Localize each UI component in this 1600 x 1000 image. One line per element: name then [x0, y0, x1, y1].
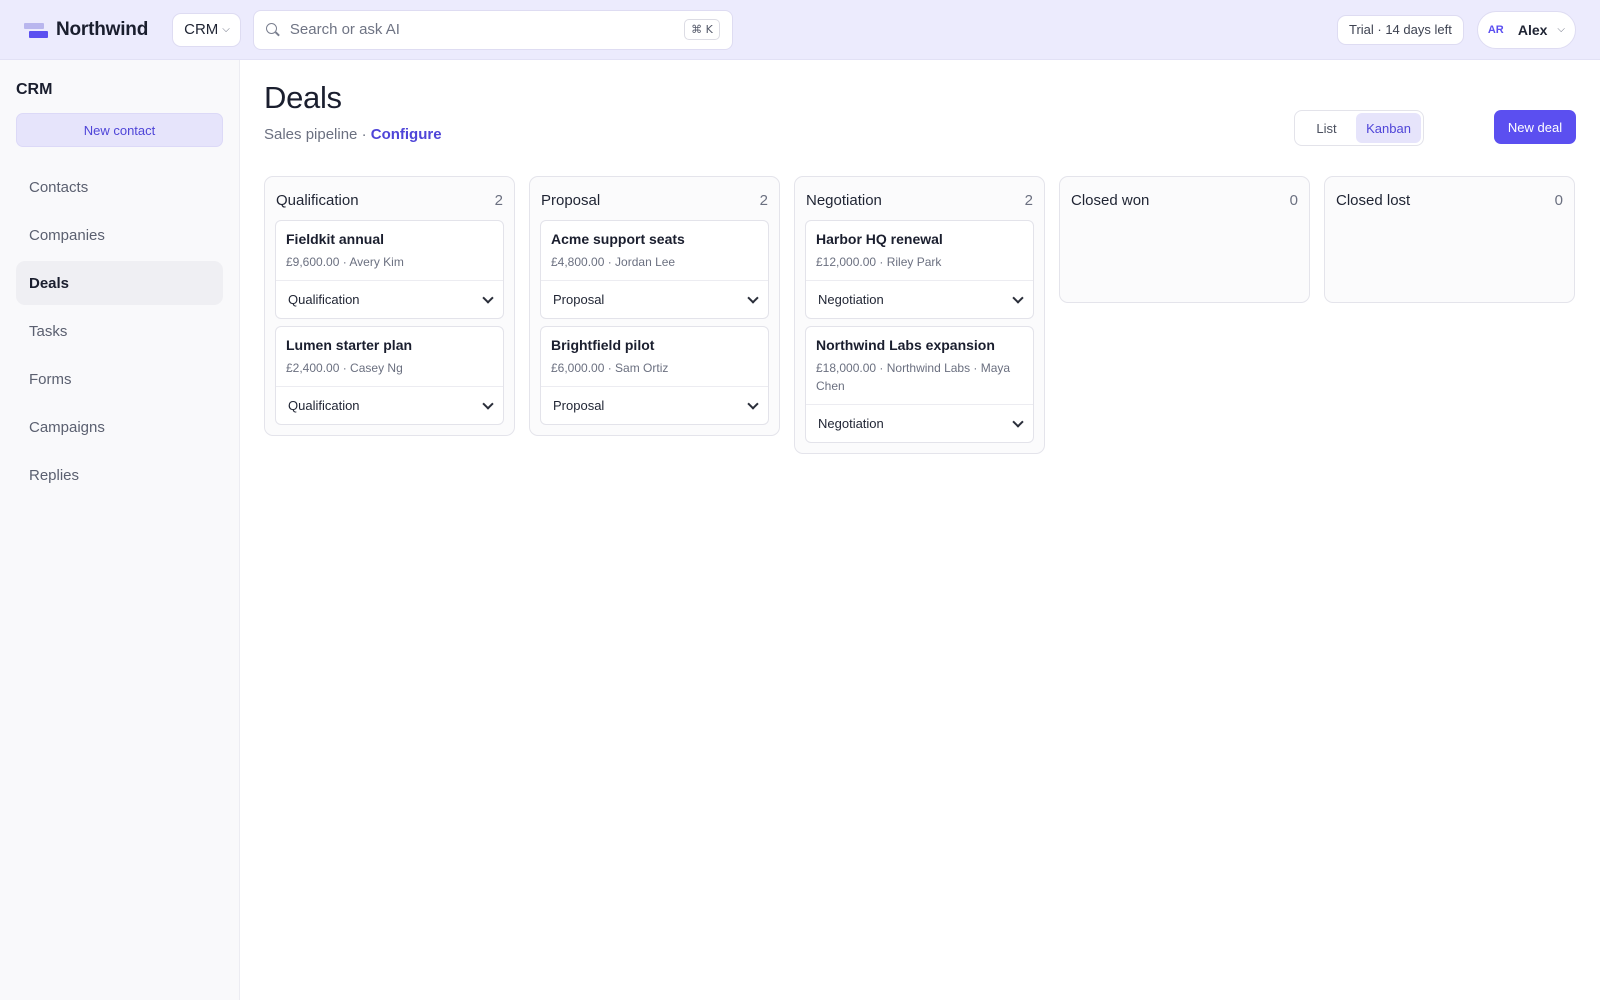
main-content: Deals Sales pipeline · Configure List Ka…	[240, 60, 1600, 1000]
trial-badge[interactable]: Trial · 14 days left	[1336, 14, 1464, 45]
deal-card-body: Acme support seats £4,800.00 · Jordan Le…	[541, 221, 768, 280]
page-title: Deals	[264, 80, 342, 115]
sidebar-nav: Contacts Companies Deals Tasks Forms Cam…	[16, 165, 223, 497]
deal-card[interactable]: Lumen starter plan £2,400.00 · Casey Ng …	[275, 326, 504, 425]
column-header: Proposal 2	[540, 187, 769, 213]
column-count: 2	[1024, 191, 1033, 209]
deal-meta: £18,000.00 · Northwind Labs · Maya Chen	[816, 361, 1011, 393]
stage-select-value: Negotiation	[818, 292, 884, 307]
chevron-down-icon: ⌵	[1557, 24, 1565, 35]
column-closed-lost: Closed lost 0	[1324, 176, 1575, 303]
configure-link[interactable]: Configure	[371, 126, 442, 143]
deal-title: Northwind Labs expansion	[816, 337, 995, 353]
deal-title: Lumen starter plan	[286, 337, 413, 353]
stage-select[interactable]: Proposal	[541, 386, 768, 424]
sidebar-title: CRM	[16, 81, 53, 98]
column-closed-won: Closed won 0	[1059, 176, 1310, 303]
stage-select-value: Proposal	[553, 398, 605, 413]
sidebar-item-campaigns[interactable]: Campaigns	[16, 405, 223, 449]
northwind-logo-icon	[24, 21, 48, 39]
chevron-down-icon	[747, 397, 759, 410]
column-header: Closed lost 0	[1335, 187, 1564, 213]
column-title: Closed won	[1071, 191, 1150, 209]
chevron-down-icon	[1012, 291, 1024, 304]
view-list-button[interactable]: List	[1297, 113, 1356, 143]
deal-card[interactable]: Brightfield pilot £6,000.00 · Sam Ortiz …	[540, 326, 769, 425]
view-kanban-button[interactable]: Kanban	[1356, 113, 1421, 143]
deal-card-body: Brightfield pilot £6,000.00 · Sam Ortiz	[541, 327, 768, 386]
stage-select[interactable]: Proposal	[541, 280, 768, 318]
chevron-down-icon: ⌵	[222, 24, 230, 35]
new-contact-button[interactable]: New contact	[16, 113, 223, 147]
column-count: 2	[494, 191, 503, 209]
deal-card[interactable]: Northwind Labs expansion £18,000.00 · No…	[805, 326, 1034, 443]
deal-title: Brightfield pilot	[551, 337, 655, 353]
new-deal-button[interactable]: New deal	[1494, 110, 1576, 144]
column-title: Proposal	[541, 191, 601, 209]
pipeline-label: Sales pipeline ·	[264, 126, 367, 143]
deal-card-body: Fieldkit annual £9,600.00 · Avery Kim	[276, 221, 503, 280]
sidebar-item-contacts[interactable]: Contacts	[16, 165, 223, 209]
deal-card-body: Northwind Labs expansion £18,000.00 · No…	[806, 327, 1033, 404]
stage-select[interactable]: Negotiation	[806, 404, 1033, 442]
column-title: Qualification	[276, 191, 359, 209]
column-qualification: Qualification 2 Fieldkit annual £9,600.0…	[264, 176, 515, 436]
stage-select-value: Proposal	[553, 292, 605, 307]
page-subtitle: Sales pipeline · Configure	[264, 126, 442, 143]
search-bar[interactable]: ⌘ K	[252, 9, 733, 50]
search-input[interactable]	[289, 21, 675, 38]
search-icon	[265, 22, 280, 37]
column-header: Qualification 2	[275, 187, 504, 213]
deal-meta: £4,800.00 · Jordan Lee	[551, 255, 676, 269]
user-name: Alex	[1517, 21, 1548, 38]
column-negotiation: Negotiation 2 Harbor HQ renewal £12,000.…	[794, 176, 1045, 454]
column-count: 0	[1289, 191, 1298, 209]
sidebar-item-forms[interactable]: Forms	[16, 357, 223, 401]
sidebar-item-replies[interactable]: Replies	[16, 453, 223, 497]
deal-meta: £12,000.00 · Riley Park	[816, 255, 942, 269]
deal-title: Harbor HQ renewal	[816, 231, 943, 247]
column-proposal: Proposal 2 Acme support seats £4,800.00 …	[529, 176, 780, 436]
deal-card[interactable]: Harbor HQ renewal £12,000.00 · Riley Par…	[805, 220, 1034, 319]
app-switcher[interactable]: CRM ⌵	[172, 12, 241, 47]
column-count: 0	[1554, 191, 1563, 209]
sidebar-item-deals[interactable]: Deals	[16, 261, 223, 305]
deal-card[interactable]: Acme support seats £4,800.00 · Jordan Le…	[540, 220, 769, 319]
deal-card[interactable]: Fieldkit annual £9,600.00 · Avery Kim Qu…	[275, 220, 504, 319]
column-title: Negotiation	[806, 191, 882, 209]
deal-title: Fieldkit annual	[286, 231, 385, 247]
column-header: Negotiation 2	[805, 187, 1034, 213]
top-bar: Northwind CRM ⌵ ⌘ K Trial · 14 days left…	[0, 0, 1600, 60]
stage-select-value: Negotiation	[818, 416, 884, 431]
column-header: Closed won 0	[1070, 187, 1299, 213]
deal-meta: £6,000.00 · Sam Ortiz	[551, 361, 669, 375]
deal-title: Acme support seats	[551, 231, 685, 247]
view-toggle: List Kanban	[1294, 110, 1424, 146]
stage-select-value: Qualification	[288, 292, 360, 307]
sidebar-item-companies[interactable]: Companies	[16, 213, 223, 257]
user-menu[interactable]: AR Alex ⌵	[1476, 10, 1576, 49]
column-count: 2	[759, 191, 768, 209]
chevron-down-icon	[482, 397, 494, 410]
sidebar-item-tasks[interactable]: Tasks	[16, 309, 223, 353]
deal-card-body: Harbor HQ renewal £12,000.00 · Riley Par…	[806, 221, 1033, 280]
chevron-down-icon	[482, 291, 494, 304]
deal-card-body: Lumen starter plan £2,400.00 · Casey Ng	[276, 327, 503, 386]
chevron-down-icon	[747, 291, 759, 304]
deal-meta: £2,400.00 · Casey Ng	[286, 361, 403, 375]
stage-select-value: Qualification	[288, 398, 360, 413]
stage-select[interactable]: Negotiation	[806, 280, 1033, 318]
column-title: Closed lost	[1336, 191, 1411, 209]
sidebar: CRM New contact Contacts Companies Deals…	[0, 60, 240, 1000]
kanban-board: Qualification 2 Fieldkit annual £9,600.0…	[264, 176, 1575, 454]
keyboard-shortcut-badge: ⌘ K	[684, 19, 720, 40]
brand[interactable]: Northwind	[24, 19, 148, 41]
brand-name: Northwind	[56, 18, 149, 40]
app-switcher-label: CRM	[184, 21, 219, 38]
stage-select[interactable]: Qualification	[276, 280, 503, 318]
deal-meta: £9,600.00 · Avery Kim	[286, 255, 404, 269]
avatar: AR	[1487, 23, 1504, 36]
chevron-down-icon	[1012, 415, 1024, 428]
stage-select[interactable]: Qualification	[276, 386, 503, 424]
